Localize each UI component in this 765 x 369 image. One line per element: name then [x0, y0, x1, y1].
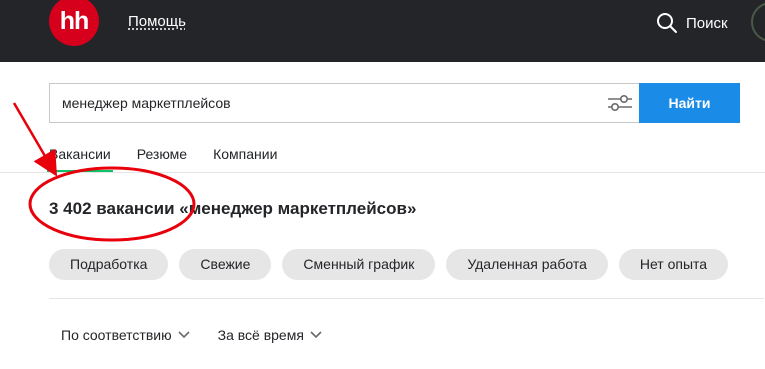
chevron-down-icon — [178, 331, 190, 339]
quick-filter-chips: Подработка Свежие Сменный график Удаленн… — [49, 249, 739, 280]
results-title: 3 402 вакансии «менеджер маркетплейсов» — [49, 199, 417, 218]
chip-fresh[interactable]: Свежие — [179, 249, 272, 280]
tabs-divider — [0, 172, 765, 173]
user-avatar[interactable] — [751, 2, 765, 42]
sort-order-dropdown[interactable]: По соответствию — [61, 327, 190, 343]
chip-part-time[interactable]: Подработка — [49, 249, 169, 280]
sort-period-label: За всё время — [217, 327, 304, 343]
search-tabs: Вакансии Резюме Компании — [47, 145, 303, 173]
chip-remote-work[interactable]: Удаленная работа — [446, 249, 608, 280]
hh-logo[interactable]: hh — [49, 0, 99, 46]
search-box — [49, 83, 639, 123]
chevron-down-icon — [310, 331, 322, 339]
search-input[interactable] — [62, 84, 592, 122]
tab-vacancies[interactable]: Вакансии — [47, 145, 113, 173]
tab-companies[interactable]: Компании — [213, 145, 277, 173]
chip-shift-schedule[interactable]: Сменный график — [282, 249, 436, 280]
help-link[interactable]: Помощь — [128, 13, 186, 30]
chip-no-experience[interactable]: Нет опыта — [618, 249, 729, 280]
top-header: hh Помощь Поиск — [0, 0, 765, 62]
header-search-label: Поиск — [686, 14, 728, 32]
chips-divider — [49, 298, 764, 299]
sort-controls: По соответствию За всё время — [61, 327, 350, 343]
search-icon — [657, 13, 677, 33]
annotation-arrow — [12, 102, 58, 177]
sort-order-label: По соответствию — [61, 327, 172, 343]
page: hh Помощь Поиск Найти Вакансии Резюме Ко… — [0, 0, 765, 369]
sort-period-dropdown[interactable]: За всё время — [218, 327, 322, 343]
filter-sliders-icon[interactable] — [607, 93, 633, 113]
tab-resumes[interactable]: Резюме — [137, 145, 187, 173]
find-button[interactable]: Найти — [639, 83, 740, 123]
header-search-link[interactable]: Поиск — [656, 11, 728, 35]
